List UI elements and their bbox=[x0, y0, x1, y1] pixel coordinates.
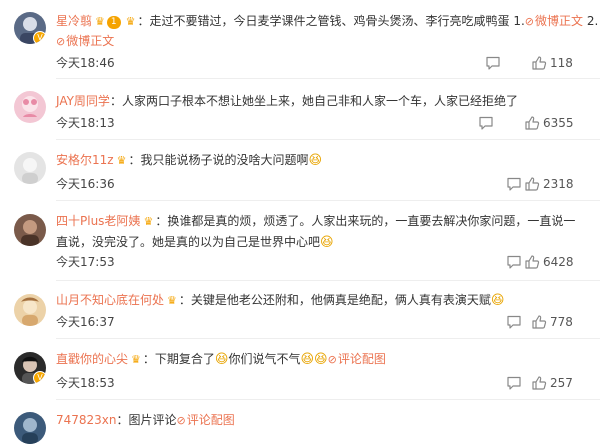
laughing-emoji-icon: 😆 bbox=[300, 352, 315, 367]
comment-text: ：关键是他老公还附和，他俩真是绝配，俩人真有表演天赋 bbox=[178, 293, 491, 307]
like-count: 118 bbox=[550, 56, 573, 70]
user-name[interactable]: 四十Plus老阿姨 bbox=[56, 214, 140, 228]
avatar[interactable] bbox=[14, 294, 46, 326]
user-name[interactable]: 山月不知心底在何处 bbox=[56, 293, 164, 307]
weibo-link-icon: ⊘ bbox=[524, 15, 534, 28]
comment-icon[interactable] bbox=[485, 55, 501, 71]
crown-icon: ♛ bbox=[143, 215, 154, 228]
weibo-link[interactable]: 微博正文 bbox=[535, 14, 583, 28]
weibo-link-icon: ⊘ bbox=[176, 414, 186, 427]
verified-badge: V bbox=[33, 371, 46, 384]
comment-icon[interactable] bbox=[506, 254, 522, 270]
like-count: 2318 bbox=[543, 177, 574, 191]
crown-icon: ♛ bbox=[95, 15, 105, 28]
divider bbox=[56, 139, 600, 140]
comment-icon[interactable] bbox=[506, 375, 522, 391]
divider bbox=[56, 338, 600, 339]
comment-text: ：走过不要错过，今日麦学课件之管钱、鸡骨头煲汤、李行亮吃咸鸭蛋 1. bbox=[137, 14, 525, 28]
divider bbox=[56, 200, 600, 201]
user-name[interactable]: JAY周同学 bbox=[56, 94, 110, 108]
weibo-link-icon: ⊘ bbox=[327, 353, 337, 366]
comment-text: ：下期复合了 bbox=[142, 352, 215, 366]
comment-time: 今天18:46 bbox=[56, 56, 115, 70]
thumbs-up-icon[interactable] bbox=[524, 176, 540, 192]
comment-body: 四十Plus老阿姨 ♛ ：换谁都是真的烦，烦透了。人家出来玩的，一直要去解决你家问题… bbox=[56, 211, 582, 253]
comment-time: 今天16:36 bbox=[56, 177, 115, 191]
thumbs-up-icon[interactable] bbox=[524, 254, 540, 270]
comment-body: 山月不知心底在何处 ♛ ：关键是他老公还附和，他俩真是绝配，俩人真有表演天赋😆 bbox=[56, 290, 582, 311]
like-count: 6355 bbox=[543, 116, 574, 130]
crown-icon: ♛ bbox=[116, 154, 127, 167]
thumbs-up-icon[interactable] bbox=[531, 55, 547, 71]
verified-badge: V bbox=[33, 31, 46, 44]
comment-time: 今天18:13 bbox=[56, 116, 115, 130]
divider bbox=[56, 280, 600, 281]
weibo-link-icon: ⊘ bbox=[56, 35, 66, 48]
thumbs-up-icon[interactable] bbox=[531, 375, 547, 391]
comment-time: 今天17:53 bbox=[56, 255, 115, 269]
like-count: 6428 bbox=[543, 255, 574, 269]
laughing-emoji-icon: 😆 bbox=[320, 235, 334, 250]
comment-icon[interactable] bbox=[478, 115, 494, 131]
user-name[interactable]: 747823xn bbox=[56, 413, 117, 427]
user-name[interactable]: 安格尔11z bbox=[56, 153, 114, 167]
weibo-link[interactable]: 微博正文 bbox=[66, 34, 114, 48]
comment-text: ：我只能说杨子说的没啥大问题啊 bbox=[128, 153, 309, 167]
avatar[interactable] bbox=[14, 412, 46, 444]
image-link[interactable]: 评论配图 bbox=[187, 413, 235, 427]
comment-list: V 星冷翦 ♛ 1 ♛ ：走过不要错过，今日麦学课件之管钱、鸡骨头煲汤、李行亮吃咸鸭蛋 … bbox=[0, 0, 600, 444]
laughing-emoji-icon: 😆 bbox=[314, 352, 328, 367]
laughing-emoji-icon: 😆 bbox=[214, 352, 229, 367]
comment-text: ：图片评论 bbox=[116, 413, 177, 427]
vip-level-badge: 1 bbox=[106, 16, 121, 29]
user-name[interactable]: 直戳你的心尖 bbox=[56, 352, 128, 366]
comment-text-extra: 你们说气不气 bbox=[228, 352, 301, 366]
divider bbox=[56, 399, 600, 400]
avatar[interactable]: V bbox=[14, 352, 46, 384]
crown-icon: ♛ bbox=[125, 15, 136, 28]
thumbs-up-icon[interactable] bbox=[531, 314, 547, 330]
divider bbox=[56, 78, 600, 79]
comment-text: ：人家两口子根本不想让她坐上来，她自己非和人家一个车，人家已经拒绝了 bbox=[109, 94, 518, 108]
avatar[interactable] bbox=[14, 214, 46, 246]
comment-body: JAY周同学：人家两口子根本不想让她坐上来，她自己非和人家一个车，人家已经拒绝了 bbox=[56, 91, 582, 111]
comment-body-line2: ⊘微博正文 bbox=[56, 31, 582, 52]
comment-time: 今天18:53 bbox=[56, 376, 115, 390]
thumbs-up-icon[interactable] bbox=[524, 115, 540, 131]
crown-icon: ♛ bbox=[167, 294, 177, 307]
laughing-emoji-icon: 😆 bbox=[308, 153, 323, 168]
avatar[interactable] bbox=[14, 91, 46, 123]
comment-body: 747823xn：图片评论⊘评论配图 bbox=[56, 410, 582, 431]
image-link[interactable]: 评论配图 bbox=[338, 352, 386, 366]
user-name[interactable]: 星冷翦 bbox=[56, 14, 92, 28]
comment-body: 星冷翦 ♛ 1 ♛ ：走过不要错过，今日麦学课件之管钱、鸡骨头煲汤、李行亮吃咸鸭蛋 1.… bbox=[56, 11, 598, 32]
comment-icon[interactable] bbox=[506, 314, 522, 330]
crown-icon: ♛ bbox=[131, 353, 141, 366]
comment-icon[interactable] bbox=[506, 176, 522, 192]
comment-text-trail: 2. bbox=[583, 14, 599, 28]
comment-body: 直戳你的心尖 ♛ ：下期复合了😆你们说气不气😆😆⊘评论配图 bbox=[56, 349, 582, 370]
like-count: 778 bbox=[550, 315, 573, 329]
comment-time: 今天16:37 bbox=[56, 315, 115, 329]
comment-body: 安格尔11z ♛ ：我只能说杨子说的没啥大问题啊😆 bbox=[56, 150, 582, 171]
like-count: 257 bbox=[550, 376, 573, 390]
avatar[interactable] bbox=[14, 152, 46, 184]
avatar[interactable]: V bbox=[14, 12, 46, 44]
laughing-emoji-icon: 😆 bbox=[490, 293, 505, 308]
